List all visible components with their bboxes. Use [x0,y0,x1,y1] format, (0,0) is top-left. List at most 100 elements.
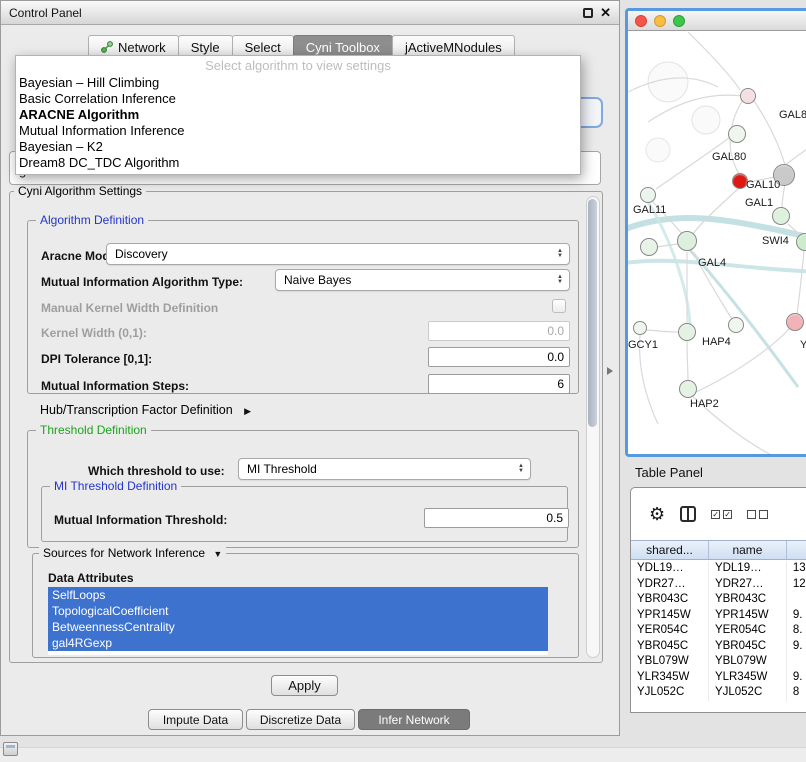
list-item-selected[interactable]: BetweennessCentrality [48,619,548,635]
group-title: Cyni Algorithm Settings [14,184,146,198]
table-row[interactable]: YER054CYER054C8. [631,623,806,639]
network-node[interactable] [640,238,658,256]
hub-definition-toggle[interactable]: Hub/Transcription Factor Definition ▶ [40,403,251,417]
network-node-label: HAP4 [702,336,731,348]
network-node[interactable] [728,125,746,143]
network-node[interactable] [728,317,744,333]
network-node-label: GAL8 [779,109,806,121]
table-cell: YBR045C [631,639,709,655]
table-row[interactable]: YBR043CYBR043C [631,592,806,608]
gear-icon[interactable]: ⚙ [649,505,665,523]
list-item-selected[interactable]: gal4RGexp [48,635,548,651]
sources-toggle[interactable]: Sources for Network Inference ▼ [39,546,226,560]
network-node[interactable] [740,88,756,104]
table-panel-window: ⚙ ✓ ✓ shared... name YDL19…YDL19…13YDR27… [630,487,806,713]
unchecked-box-icon [747,510,756,519]
algorithm-definition-group: Algorithm Definition Aracne Mode: Discov… [27,220,579,394]
network-node[interactable] [786,313,804,331]
table-row[interactable]: YBL079WYBL079W [631,654,806,670]
table-cell: YDL19… [709,561,787,577]
network-window-titlebar[interactable] [628,11,806,31]
table-cell: 8 [787,685,806,701]
table-cell: YER054C [631,623,709,639]
bottom-status-strip [0,747,806,762]
network-node-label: GAL4 [698,257,726,269]
select-all-icon[interactable]: ✓ ✓ [711,510,732,519]
column-header-name[interactable]: name [709,541,787,559]
hub-definition-label: Hub/Transcription Factor Definition [40,403,233,417]
network-node-label: SWI4 [762,235,789,247]
table-row[interactable]: YPR145WYPR145W9. [631,608,806,624]
mi-steps-field[interactable] [428,374,570,394]
manual-kernel-checkbox[interactable] [552,299,566,313]
network-node[interactable] [633,321,647,335]
infer-network-tab[interactable]: Infer Network [358,709,470,730]
table-row[interactable]: YDL19…YDL19…13 [631,561,806,577]
network-tab-icon [101,41,113,53]
settings-scrollbar-thumb[interactable] [588,199,597,427]
mi-threshold-definition-group: MI Threshold Definition Mutual Informati… [41,486,568,542]
dropdown-item-selected[interactable]: ARACNE Algorithm [16,107,580,123]
network-node[interactable] [679,380,697,398]
data-attributes-list: SelfLoops TopologicalCoefficient Between… [48,587,548,655]
table-row[interactable]: YDR27…YDR27…12 [631,577,806,593]
combobox-arrows-icon: ▲▼ [557,249,563,259]
combobox-arrows-icon: ▲▼ [557,275,563,285]
float-window-icon[interactable] [583,8,593,18]
network-node[interactable] [772,207,790,225]
table-cell: 8. [787,623,806,639]
discretize-data-tab[interactable]: Discretize Data [246,709,355,730]
table-cell: YBR045C [709,639,787,655]
close-traffic-light[interactable] [635,15,647,27]
panel-dock-icon[interactable] [3,742,18,756]
table-header: shared... name [631,540,806,560]
dropdown-item[interactable]: Dream8 DC_TDC Algorithm [16,155,580,171]
group-title: MI Threshold Definition [50,479,181,493]
table-cell: 13 [787,561,806,577]
table-row[interactable]: YBR045CYBR045C9. [631,639,806,655]
table-cell: YDL19… [631,561,709,577]
impute-data-tab[interactable]: Impute Data [148,709,243,730]
table-toolbar: ⚙ ✓ ✓ [631,488,806,540]
column-header-shared-name[interactable]: shared... [631,541,709,559]
dropdown-item[interactable]: Bayesian – K2 [16,139,580,155]
settings-scrollbar[interactable] [586,196,600,658]
column-header-clipped[interactable] [787,541,806,559]
mi-type-label: Mutual Information Algorithm Type: [41,275,243,289]
combobox-value: MI Threshold [239,462,518,476]
aracne-mode-combobox[interactable]: Discovery ▲▼ [106,243,570,265]
apply-button[interactable]: Apply [271,675,338,696]
table-row[interactable]: YJL052CYJL052C8 [631,685,806,701]
minimize-traffic-light[interactable] [654,15,666,27]
dropdown-item[interactable]: Mutual Information Inference [16,123,580,139]
control-panel-window: Control Panel ✕ Network Style Select Cyn… [0,0,620,736]
network-node[interactable] [640,187,656,203]
deselect-all-icon[interactable] [747,510,768,519]
mi-threshold-label: Mutual Information Threshold: [54,513,227,527]
close-icon[interactable]: ✕ [600,5,611,21]
mi-type-combobox[interactable]: Naive Bayes ▲▼ [275,269,570,291]
table-cell [787,654,806,670]
cyni-algorithm-settings-group: Cyni Algorithm Settings Algorithm Defini… [9,191,603,663]
mi-threshold-field[interactable] [424,508,569,528]
collapse-right-icon: ▶ [244,406,251,416]
network-node[interactable] [677,231,697,251]
list-item-selected[interactable]: SelfLoops [48,587,548,603]
network-node[interactable] [678,323,696,341]
network-graph[interactable]: GAL8GAL80GAL10GAL1GAL11SWI4GAL4GCY1HAP4Y… [628,32,806,454]
dropdown-item[interactable]: Bayesian – Hill Climbing [16,75,580,91]
control-panel-titlebar[interactable]: Control Panel ✕ [1,1,619,25]
table-cell: YPR145W [709,608,787,624]
kernel-width-field[interactable] [428,321,570,341]
columns-icon[interactable] [680,506,696,522]
list-item-selected[interactable]: TopologicalCoefficient [48,603,548,619]
dropdown-item[interactable]: Basic Correlation Inference [16,91,580,107]
which-threshold-combobox[interactable]: MI Threshold ▲▼ [238,458,531,480]
dpi-tolerance-field[interactable] [428,347,570,367]
table-cell: YLR345W [631,670,709,686]
zoom-traffic-light[interactable] [673,15,685,27]
panel-splitter-handle[interactable] [607,367,613,375]
tab-label: Network [118,40,166,55]
table-row[interactable]: YLR345WYLR345W9. [631,670,806,686]
unchecked-box-icon [759,510,768,519]
